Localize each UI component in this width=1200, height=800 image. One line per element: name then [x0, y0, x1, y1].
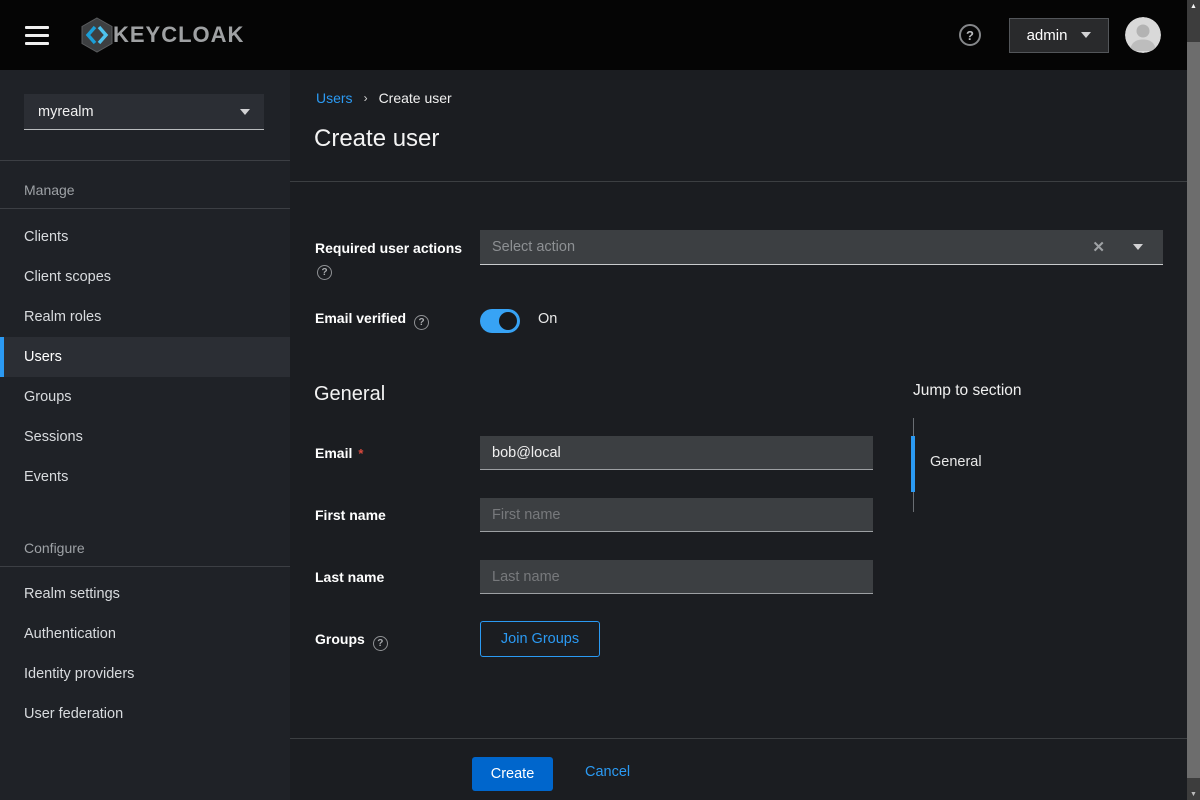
last-name-field[interactable]	[480, 560, 873, 594]
sidebar-item-groups[interactable]: Groups	[0, 377, 290, 417]
select-placeholder: Select action	[492, 239, 575, 255]
breadcrumb-current: Create user	[379, 90, 452, 106]
keycloak-logo: KEYCLOAK	[77, 15, 244, 55]
breadcrumb: Users › Create user	[316, 90, 452, 106]
groups-label-text: Groups	[315, 631, 365, 647]
join-groups-button[interactable]: Join Groups	[480, 621, 600, 657]
email-verified-help-icon[interactable]: ?	[414, 315, 429, 330]
breadcrumb-separator-icon: ›	[364, 91, 368, 105]
toggle-knob	[499, 312, 517, 330]
nav-item-label: Realm settings	[24, 586, 120, 602]
nav-item-label: Events	[24, 469, 68, 485]
sidebar-item-realm-settings[interactable]: Realm settings	[0, 574, 290, 614]
question-glyph: ?	[418, 317, 424, 328]
sidebar-divider	[0, 566, 290, 567]
sidebar-item-authentication[interactable]: Authentication	[0, 614, 290, 654]
breadcrumb-users-link[interactable]: Users	[316, 90, 353, 106]
sidebar-item-client-scopes[interactable]: Client scopes	[0, 257, 290, 297]
create-button[interactable]: Create	[472, 757, 553, 791]
nav-item-label: Identity providers	[24, 666, 134, 682]
avatar[interactable]	[1125, 17, 1161, 53]
scrollbar-thumb[interactable]	[1187, 42, 1200, 778]
general-section-heading: General	[314, 383, 385, 406]
first-name-label: First name	[315, 507, 386, 523]
user-menu-label: admin	[1027, 27, 1068, 44]
groups-help-icon[interactable]: ?	[373, 636, 388, 651]
scroll-up-icon[interactable]: ▲	[1187, 3, 1200, 10]
nav-item-label: Client scopes	[24, 269, 111, 285]
email-verified-label: Email verified?	[315, 310, 429, 330]
brand-text: KEYCLOAK	[113, 22, 244, 48]
nav-item-label: Sessions	[24, 429, 83, 445]
email-field[interactable]	[480, 436, 873, 470]
nav-item-label: Clients	[24, 229, 68, 245]
sidebar-item-realm-roles[interactable]: Realm roles	[0, 297, 290, 337]
caret-down-icon	[1081, 32, 1091, 38]
email-label-text: Email	[315, 445, 352, 461]
user-menu-dropdown[interactable]: admin	[1009, 18, 1109, 53]
required-user-actions-help-icon[interactable]: ?	[317, 265, 332, 280]
required-asterisk: *	[358, 446, 363, 461]
masthead: KEYCLOAK ? admin	[0, 0, 1187, 70]
required-user-actions-select[interactable]: Select action ✕	[480, 230, 1163, 265]
required-user-actions-label: Required user actions	[315, 240, 462, 256]
sidebar-item-sessions[interactable]: Sessions	[0, 417, 290, 457]
nav-item-label: Authentication	[24, 626, 116, 642]
sidebar-item-user-federation[interactable]: User federation	[0, 694, 290, 734]
question-glyph: ?	[377, 638, 383, 649]
email-label: Email *	[315, 445, 363, 461]
nav-item-label: Realm roles	[24, 309, 101, 325]
email-verified-state: On	[538, 311, 557, 327]
sidebar-item-users[interactable]: Users	[0, 337, 290, 377]
hamburger-menu-icon[interactable]	[25, 26, 49, 45]
nav-group-configure: Configure	[24, 540, 85, 556]
footer-divider	[290, 738, 1187, 739]
scroll-down-icon[interactable]: ▼	[1187, 791, 1200, 798]
last-name-label: Last name	[315, 569, 384, 585]
groups-label: Groups?	[315, 631, 388, 651]
sidebar-item-identity-providers[interactable]: Identity providers	[0, 654, 290, 694]
sidebar-divider	[0, 208, 290, 209]
nav-item-label: User federation	[24, 706, 123, 722]
caret-down-icon[interactable]	[1133, 244, 1143, 250]
sidebar-divider	[0, 160, 290, 161]
caret-down-icon	[240, 109, 250, 115]
first-name-field[interactable]	[480, 498, 873, 532]
nav-group-manage: Manage	[24, 182, 75, 198]
sidebar-nav: myrealm Manage Clients Client scopes Rea…	[0, 70, 290, 800]
email-verified-label-text: Email verified	[315, 310, 406, 326]
jump-to-section-label: Jump to section	[913, 382, 1022, 400]
page-title: Create user	[314, 125, 439, 153]
sidebar-item-events[interactable]: Events	[0, 457, 290, 497]
clear-selection-icon[interactable]: ✕	[1092, 238, 1105, 256]
realm-selector[interactable]: myrealm	[24, 94, 264, 130]
question-glyph: ?	[966, 28, 974, 43]
question-glyph: ?	[321, 267, 327, 278]
email-verified-toggle[interactable]	[480, 309, 520, 333]
help-icon[interactable]: ?	[959, 24, 981, 46]
vertical-scrollbar[interactable]: ▲ ▼	[1187, 0, 1200, 800]
cancel-link[interactable]: Cancel	[585, 764, 630, 780]
nav-item-label: Users	[24, 349, 62, 365]
realm-selector-value: myrealm	[38, 104, 94, 120]
main-content: Users › Create user Create user Required…	[290, 70, 1187, 800]
keycloak-logo-icon	[77, 15, 117, 55]
sidebar-item-clients[interactable]: Clients	[0, 217, 290, 257]
jump-section-current-indicator	[911, 436, 915, 492]
jump-link-general[interactable]: General	[930, 454, 982, 470]
header-divider	[290, 181, 1187, 182]
nav-item-label: Groups	[24, 389, 72, 405]
